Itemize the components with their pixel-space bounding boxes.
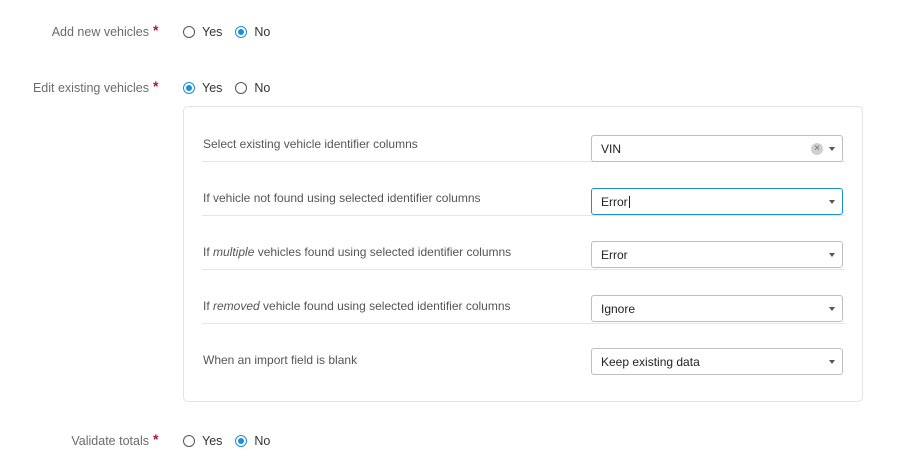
radio-yes-label: Yes (202, 434, 223, 448)
edit-existing-vehicles-field: Edit existing vehicles * Yes No (0, 76, 900, 100)
edit-existing-vehicles-radio-group: Yes No (183, 78, 283, 98)
blank-import-field-value: Keep existing data (601, 355, 700, 369)
edit-existing-vehicles-no-option[interactable]: No (235, 81, 270, 95)
vehicle-not-found-select[interactable]: Error (591, 188, 843, 215)
label-prefix: If (203, 299, 214, 313)
radio-no-label: No (254, 81, 271, 95)
removed-vehicle-found-value: Ignore (601, 302, 636, 316)
label-prefix: If (203, 245, 214, 259)
radio-no[interactable] (235, 82, 248, 94)
label-suffix: vehicle found using selected identifier … (259, 299, 511, 313)
blank-import-field-row: When an import field is blank Keep exist… (202, 324, 845, 377)
removed-vehicle-found-select[interactable]: Ignore (591, 295, 843, 322)
edit-existing-vehicles-label: Edit existing vehicles (32, 81, 149, 95)
vehicle-not-found-row: If vehicle not found using selected iden… (202, 162, 845, 216)
edit-existing-vehicles-yes-option[interactable]: Yes (183, 81, 222, 95)
validate-totals-no-option[interactable]: No (235, 434, 270, 448)
radio-no-label: No (254, 25, 271, 39)
radio-yes-label: Yes (202, 81, 223, 95)
radio-yes[interactable] (183, 26, 195, 38)
text-cursor (628, 196, 630, 208)
radio-no-label: No (254, 434, 271, 448)
label-suffix: vehicles found using selected identifier… (254, 245, 512, 259)
vehicle-not-found-value-text: Error (601, 195, 628, 209)
add-new-vehicles-yes-option[interactable]: Yes (183, 25, 222, 39)
add-new-vehicles-radio-group: Yes No (183, 22, 283, 42)
chevron-down-icon[interactable] (829, 360, 835, 364)
add-new-vehicles-label: Add new vehicles (51, 25, 149, 39)
required-indicator: * (153, 22, 159, 38)
multiple-vehicles-found-label: If multiple vehicles found using selecte… (203, 245, 511, 259)
removed-vehicle-found-row: If removed vehicle found using selected … (202, 270, 845, 324)
close-circle-icon[interactable]: × (811, 143, 823, 155)
blank-import-field-label: When an import field is blank (203, 353, 358, 367)
identifier-columns-row: Select existing vehicle identifier colum… (202, 108, 845, 162)
add-new-vehicles-field: Add new vehicles * Yes No (0, 20, 900, 44)
edit-existing-vehicles-panel: Select existing vehicle identifier colum… (183, 106, 863, 402)
radio-yes-selected[interactable] (183, 82, 195, 94)
identifier-columns-label: Select existing vehicle identifier colum… (203, 137, 418, 151)
chevron-down-icon[interactable] (829, 147, 835, 151)
validate-totals-radio-group: Yes No (183, 431, 283, 451)
required-indicator: * (153, 78, 159, 94)
identifier-columns-value: VIN (601, 142, 622, 156)
validate-totals-field: Validate totals * Yes No (0, 429, 900, 453)
identifier-columns-select[interactable]: VIN × (591, 135, 843, 162)
vehicle-not-found-label: If vehicle not found using selected iden… (203, 191, 481, 205)
radio-yes-label: Yes (202, 25, 223, 39)
required-indicator: * (153, 431, 159, 447)
label-emphasis: removed (213, 299, 260, 313)
radio-no-selected[interactable] (235, 26, 248, 38)
radio-yes[interactable] (183, 435, 195, 447)
multiple-vehicles-found-select[interactable]: Error (591, 241, 843, 268)
radio-no-selected[interactable] (235, 435, 248, 447)
blank-import-field-select[interactable]: Keep existing data (591, 348, 843, 375)
chevron-down-icon[interactable] (829, 200, 835, 204)
chevron-down-icon[interactable] (829, 253, 835, 257)
removed-vehicle-found-label: If removed vehicle found using selected … (203, 299, 511, 313)
add-new-vehicles-no-option[interactable]: No (235, 25, 270, 39)
validate-totals-label: Validate totals (71, 434, 149, 448)
vehicle-not-found-value: Error (601, 195, 630, 209)
multiple-vehicles-found-row: If multiple vehicles found using selecte… (202, 216, 845, 270)
validate-totals-yes-option[interactable]: Yes (183, 434, 222, 448)
vehicle-import-settings-form: Add new vehicles * Yes No Edit existing … (0, 0, 900, 464)
chevron-down-icon[interactable] (829, 307, 835, 311)
label-emphasis: multiple (213, 245, 255, 259)
multiple-vehicles-found-value: Error (601, 248, 628, 262)
